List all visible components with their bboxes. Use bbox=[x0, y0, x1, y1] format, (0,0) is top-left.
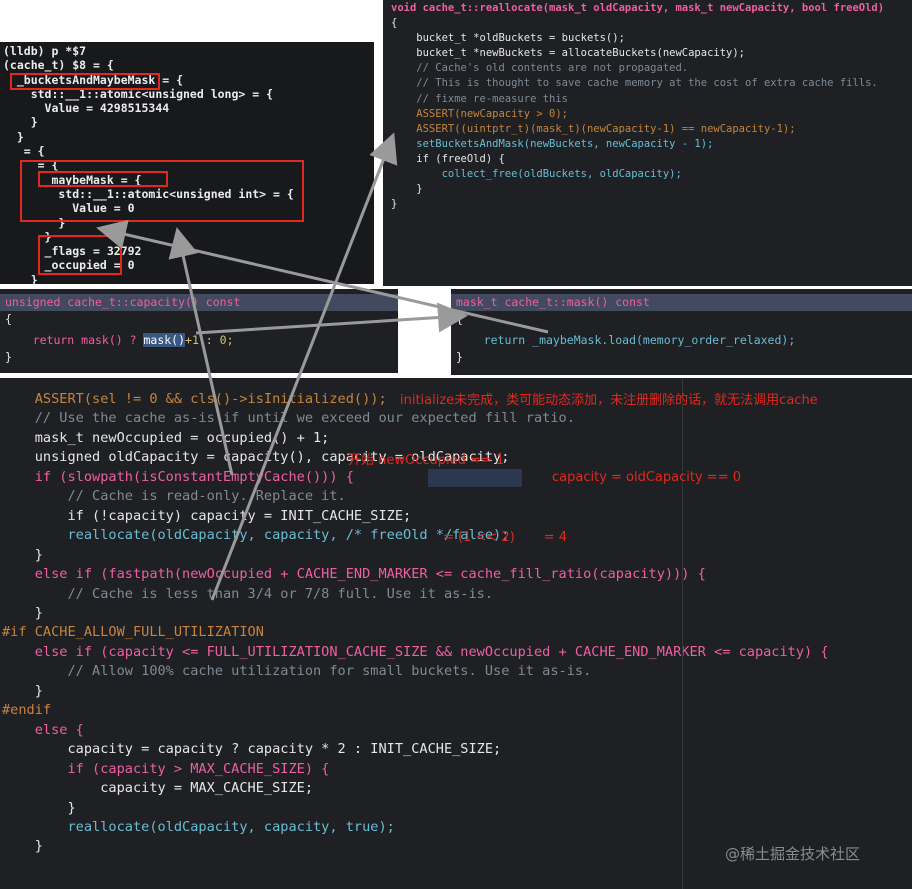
annotation-arrows bbox=[96, 132, 549, 601]
arrow-capacity-to-capacity-fn bbox=[168, 227, 234, 476]
arrow-mask-call-to-mask-fn bbox=[195, 302, 468, 335]
arrow-maybe-mask-to-lldb bbox=[96, 219, 549, 334]
arrow-capacity-to-reallocate bbox=[210, 132, 398, 601]
